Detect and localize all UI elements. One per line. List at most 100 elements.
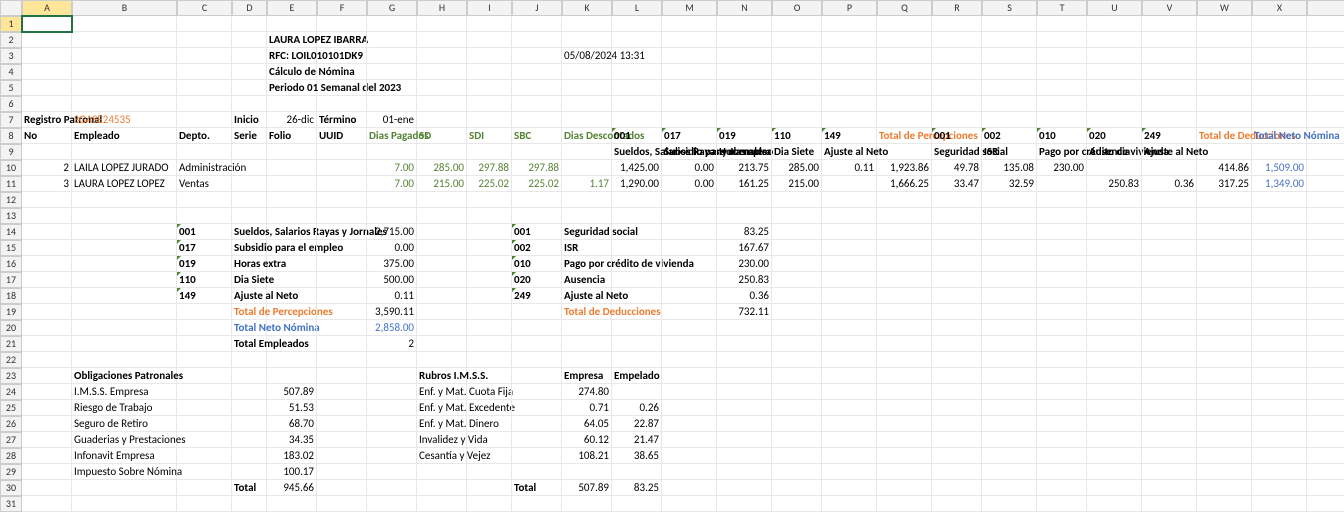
cell[interactable] <box>562 144 612 160</box>
cell[interactable] <box>1087 336 1142 352</box>
cell[interactable] <box>1037 272 1087 288</box>
cell[interactable] <box>717 352 772 368</box>
cell[interactable] <box>177 112 232 128</box>
cell[interactable] <box>177 464 232 480</box>
cell[interactable]: Dia Siete <box>772 144 822 160</box>
cell[interactable] <box>22 464 72 480</box>
cell[interactable] <box>612 320 662 336</box>
cell[interactable] <box>877 304 932 320</box>
cell[interactable] <box>1252 256 1307 272</box>
cell[interactable] <box>932 320 982 336</box>
cell[interactable] <box>232 64 267 80</box>
cell[interactable]: Cesantía y Vejez <box>417 448 467 464</box>
cell[interactable] <box>72 16 177 32</box>
cell[interactable]: 317.25 <box>1197 176 1252 192</box>
cell[interactable] <box>1142 112 1197 128</box>
cell[interactable]: 0.11 <box>822 160 877 176</box>
cell[interactable] <box>22 80 72 96</box>
cell[interactable] <box>467 80 512 96</box>
cell[interactable]: 3 <box>22 176 72 192</box>
cell[interactable] <box>267 352 317 368</box>
cell[interactable] <box>22 256 72 272</box>
cell[interactable] <box>72 288 177 304</box>
cell[interactable] <box>1307 192 1344 208</box>
cell[interactable] <box>417 256 467 272</box>
cell[interactable] <box>1087 112 1142 128</box>
cell[interactable] <box>982 16 1037 32</box>
cell[interactable] <box>982 400 1037 416</box>
cell[interactable] <box>232 80 267 96</box>
cell[interactable] <box>1307 112 1344 128</box>
cell[interactable] <box>1307 288 1344 304</box>
cell[interactable] <box>72 336 177 352</box>
cell[interactable] <box>1252 80 1307 96</box>
cell[interactable] <box>662 192 717 208</box>
cell[interactable]: Total de Percepciones <box>877 128 932 144</box>
cell[interactable] <box>932 304 982 320</box>
cell[interactable]: 010 <box>512 256 562 272</box>
cell[interactable] <box>772 432 822 448</box>
cell[interactable]: 001 <box>177 224 232 240</box>
cell[interactable]: SD <box>417 128 467 144</box>
cell[interactable] <box>1087 160 1142 176</box>
cell[interactable] <box>1307 96 1344 112</box>
cell[interactable] <box>932 96 982 112</box>
cell[interactable] <box>367 416 417 432</box>
row-header[interactable]: 17 <box>0 272 22 288</box>
cell[interactable] <box>717 16 772 32</box>
cell[interactable] <box>932 240 982 256</box>
cell[interactable] <box>317 192 367 208</box>
spreadsheet-grid[interactable]: ABCDEFGHIJKLMNOPQRSTUVWXY12LAURA LOPEZ I… <box>0 0 1344 512</box>
col-header[interactable]: P <box>822 0 877 16</box>
cell[interactable] <box>822 256 877 272</box>
cell[interactable] <box>22 272 72 288</box>
cell[interactable] <box>877 256 932 272</box>
cell[interactable] <box>982 304 1037 320</box>
cell[interactable] <box>1252 368 1307 384</box>
cell[interactable] <box>1197 480 1252 496</box>
cell[interactable]: Ausencia <box>1087 144 1142 160</box>
cell[interactable] <box>612 384 662 400</box>
cell[interactable] <box>512 112 562 128</box>
cell[interactable] <box>232 368 267 384</box>
col-header[interactable]: D <box>232 0 267 16</box>
cell[interactable] <box>72 32 177 48</box>
col-header[interactable]: Y <box>1307 0 1344 16</box>
cell[interactable] <box>467 400 512 416</box>
cell[interactable] <box>1142 352 1197 368</box>
cell[interactable] <box>772 352 822 368</box>
cell[interactable] <box>562 96 612 112</box>
cell[interactable] <box>877 288 932 304</box>
cell[interactable] <box>612 288 662 304</box>
cell[interactable] <box>72 192 177 208</box>
cell[interactable] <box>467 16 512 32</box>
cell[interactable] <box>367 464 417 480</box>
cell[interactable] <box>72 208 177 224</box>
cell[interactable] <box>982 64 1037 80</box>
row-header[interactable]: 31 <box>0 496 22 512</box>
row-header[interactable]: 30 <box>0 480 22 496</box>
cell[interactable] <box>1307 400 1344 416</box>
cell[interactable] <box>612 80 662 96</box>
cell[interactable] <box>877 96 932 112</box>
cell[interactable] <box>232 48 267 64</box>
cell[interactable] <box>1197 368 1252 384</box>
cell[interactable] <box>982 96 1037 112</box>
cell[interactable] <box>367 48 417 64</box>
cell[interactable] <box>772 496 822 512</box>
cell[interactable] <box>232 32 267 48</box>
cell[interactable] <box>662 16 717 32</box>
cell[interactable] <box>662 80 717 96</box>
cell[interactable] <box>982 32 1037 48</box>
cell[interactable] <box>1087 352 1142 368</box>
cell[interactable] <box>562 160 612 176</box>
cell[interactable] <box>822 80 877 96</box>
cell[interactable] <box>22 432 72 448</box>
cell[interactable] <box>1307 480 1344 496</box>
cell[interactable] <box>367 32 417 48</box>
cell[interactable]: 1,923.86 <box>877 160 932 176</box>
cell[interactable] <box>1142 272 1197 288</box>
cell[interactable] <box>1037 256 1087 272</box>
cell[interactable] <box>562 352 612 368</box>
cell[interactable] <box>417 288 467 304</box>
